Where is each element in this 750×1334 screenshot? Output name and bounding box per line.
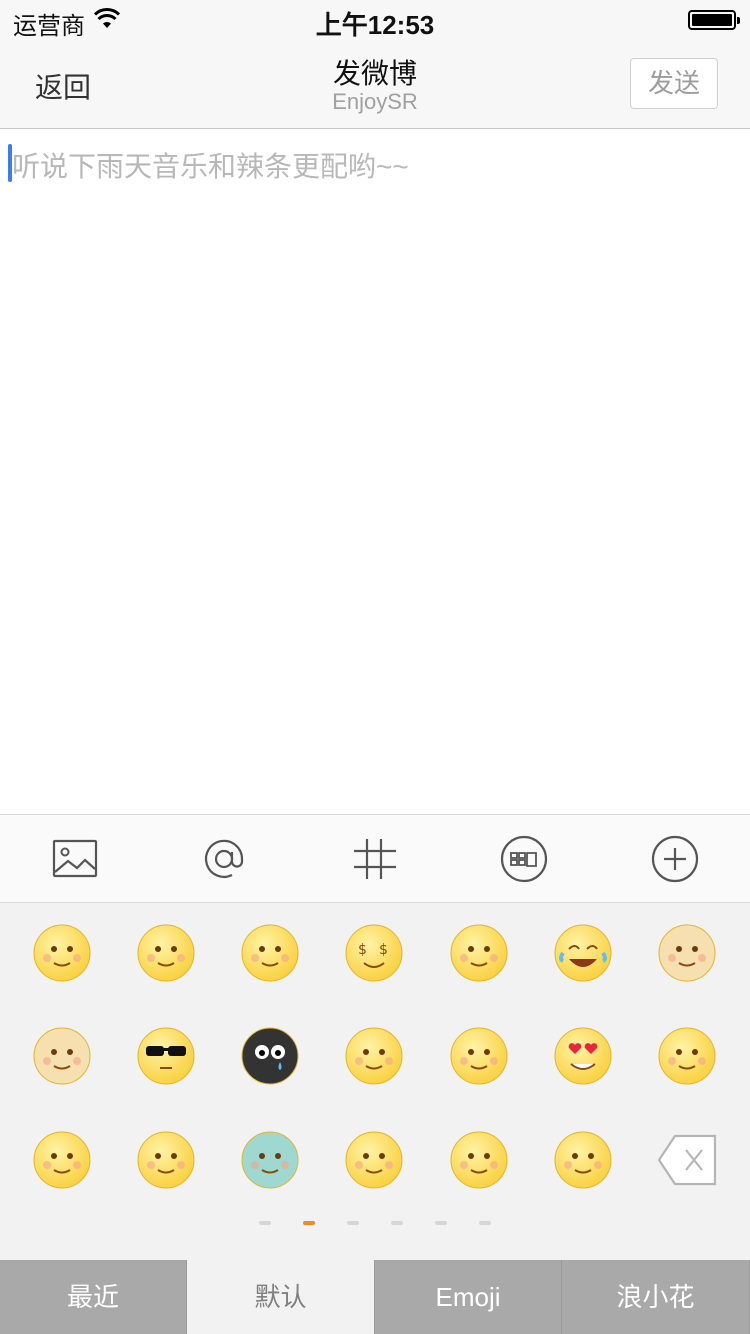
doge-emoji[interactable] [657,923,717,983]
page-dot[interactable] [259,1221,271,1225]
sleepy-drool-emoji[interactable] [240,923,300,983]
silence-emoji[interactable] [344,1026,404,1086]
cat-emoji[interactable] [32,1026,92,1086]
laugh-cry-emoji[interactable] [553,923,613,983]
thinking-emoji[interactable] [449,923,509,983]
happy-emoji[interactable] [553,1130,613,1190]
tab-3[interactable]: Emoji [375,1260,562,1334]
send-button[interactable]: 发送 [630,58,718,109]
sick-emoji[interactable] [240,1130,300,1190]
svg-text:$: $ [379,942,388,958]
text-placeholder: 听说下雨天音乐和辣条更配哟~~ [12,151,409,182]
battery-icon [688,10,740,30]
compose-toolbar [0,814,750,903]
tab-2[interactable]: 默认 [187,1260,375,1334]
status-bar: 运营商 上午12:53 [0,0,750,40]
add-icon[interactable] [650,835,700,883]
angry-shout-emoji[interactable] [449,1130,509,1190]
cool-sunglasses-emoji[interactable] [136,1026,196,1086]
page-dot[interactable] [303,1221,315,1225]
tab-1[interactable]: 最近 [0,1260,187,1334]
hashtag-icon[interactable] [350,835,400,883]
page-dot[interactable] [435,1221,447,1225]
clock: 上午12:53 [315,10,435,40]
page-indicator [0,1221,750,1227]
emoji-category-tabs: 最近 默认 Emoji 浪小花 [0,1260,750,1334]
hum-emoji[interactable] [449,1026,509,1086]
navigation-bar: 返回 发微博 EnjoySR 发送 [0,40,750,129]
money-emoji[interactable]: $ $ [344,923,404,983]
picture-icon[interactable] [51,835,101,883]
delete-key-icon[interactable] [657,1130,717,1190]
heart-eyes-emoji[interactable] [553,1026,613,1086]
black-face-emoji[interactable] [240,1026,300,1086]
page-dot[interactable] [391,1221,403,1225]
mention-icon[interactable] [199,835,249,883]
sweat-emoji[interactable] [32,923,92,983]
post-text-area[interactable]: 听说下雨天音乐和辣条更配哟~~ [0,130,750,814]
kiss-emoji[interactable] [344,1130,404,1190]
emoticon-keyboard-icon[interactable] [499,835,549,883]
hmm-emoji[interactable] [136,1130,196,1190]
pitiful-emoji[interactable] [32,1130,92,1190]
tab-4[interactable]: 浪小花 [562,1260,750,1334]
page-dot[interactable] [347,1221,359,1225]
shy-emoji[interactable] [136,923,196,983]
pray-emoji[interactable] [657,1026,717,1086]
svg-text:$: $ [358,942,367,958]
emoji-panel: $ $ [0,903,750,1260]
page-dot[interactable] [479,1221,491,1225]
